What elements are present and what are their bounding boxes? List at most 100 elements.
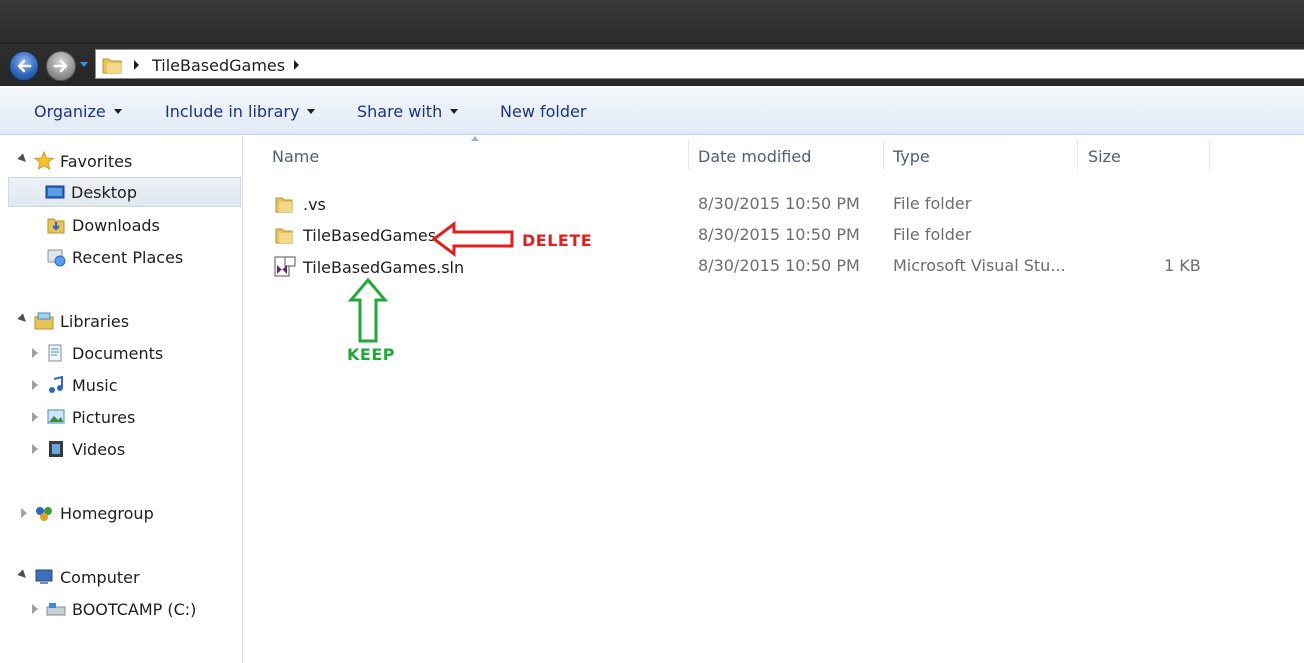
visual-studio-solution-icon <box>274 256 296 277</box>
column-divider[interactable] <box>1077 140 1078 170</box>
recent-places-icon <box>47 249 66 267</box>
keep-annotation-label: KEEP <box>347 345 395 364</box>
collapse-arrow-icon[interactable] <box>17 313 29 325</box>
breadcrumb-segment[interactable]: TileBasedGames <box>152 56 285 75</box>
downloads-folder-icon <box>47 218 65 234</box>
nav-label: Homegroup <box>60 503 154 523</box>
include-in-library-button[interactable]: Include in library <box>165 102 316 121</box>
nav-recent-places[interactable]: Recent Places <box>46 242 183 272</box>
sort-ascending-icon <box>471 136 479 141</box>
nav-label: Desktop <box>71 182 137 202</box>
nav-bootcamp-drive[interactable]: BOOTCAMP (C:) <box>46 594 196 624</box>
share-with-button[interactable]: Share with <box>357 102 459 121</box>
expand-arrow-icon[interactable] <box>32 380 38 390</box>
recent-pages-dropdown[interactable] <box>80 62 88 67</box>
new-folder-label: New folder <box>500 102 587 121</box>
file-name: TileBasedGames.sln <box>303 257 465 277</box>
nav-label: Music <box>72 375 118 395</box>
arrow-right-icon <box>53 59 68 73</box>
file-type: File folder <box>893 225 972 244</box>
star-icon <box>34 151 54 170</box>
dropdown-caret-icon <box>113 109 122 114</box>
navigation-pane: Favorites Desktop Downloads Recent Place… <box>0 136 243 663</box>
folder-icon <box>275 228 293 244</box>
back-button[interactable] <box>9 51 39 81</box>
column-header-date-modified[interactable]: Date modified <box>698 136 811 176</box>
file-date: 8/30/2015 10:50 PM <box>698 194 860 213</box>
organize-button[interactable]: Organize <box>34 102 122 121</box>
table-row[interactable]: .vs 8/30/2015 10:50 PM File folder <box>244 190 1304 218</box>
file-name-cell: .vs <box>274 194 326 214</box>
expand-arrow-icon[interactable] <box>21 508 27 518</box>
column-divider[interactable] <box>1209 140 1210 170</box>
folder-icon <box>275 197 293 213</box>
table-row[interactable]: TileBasedGames 8/30/2015 10:50 PM File f… <box>244 221 1304 249</box>
forward-button[interactable] <box>46 51 76 81</box>
share-with-label: Share with <box>357 102 443 121</box>
nav-computer[interactable]: Computer <box>34 562 140 592</box>
file-type: File folder <box>893 194 972 213</box>
pictures-icon <box>47 409 65 424</box>
homegroup-icon <box>36 507 52 521</box>
nav-homegroup[interactable]: Homegroup <box>34 498 154 528</box>
delete-annotation-label: DELETE <box>522 231 593 250</box>
file-list: Name Date modified Type Size .vs 8/30/20… <box>244 136 1304 663</box>
column-header-name[interactable]: Name <box>272 136 319 176</box>
file-type: Microsoft Visual Stu... <box>893 256 1066 275</box>
column-header-size[interactable]: Size <box>1088 136 1121 176</box>
nav-videos[interactable]: Videos <box>46 434 125 464</box>
libraries-icon <box>34 312 54 330</box>
expand-arrow-icon[interactable] <box>32 412 38 422</box>
include-in-library-label: Include in library <box>165 102 300 121</box>
folder-icon <box>102 58 122 74</box>
nav-music[interactable]: Music <box>46 370 118 400</box>
expand-arrow-icon[interactable] <box>32 444 38 454</box>
nav-libraries[interactable]: Libraries <box>34 306 129 336</box>
dropdown-caret-icon <box>307 109 316 114</box>
column-divider[interactable] <box>688 140 689 170</box>
nav-label: Documents <box>72 343 164 363</box>
documents-icon <box>48 344 62 362</box>
nav-documents[interactable]: Documents <box>46 338 163 368</box>
file-name: TileBasedGames <box>303 225 437 245</box>
address-bar[interactable]: TileBasedGames <box>95 49 1304 79</box>
nav-label: Downloads <box>72 215 160 235</box>
videos-icon <box>49 441 63 457</box>
dropdown-caret-icon <box>450 109 459 114</box>
window-title-bar <box>0 0 1304 44</box>
column-divider[interactable] <box>883 140 884 170</box>
new-folder-button[interactable]: New folder <box>500 102 586 121</box>
nav-desktop[interactable]: Desktop <box>8 177 241 207</box>
organize-label: Organize <box>34 102 106 121</box>
file-name: .vs <box>303 194 326 214</box>
breadcrumb-chevron-icon[interactable] <box>134 60 139 70</box>
computer-icon <box>35 569 53 584</box>
file-date: 8/30/2015 10:50 PM <box>698 256 860 275</box>
delete-arrow-icon <box>432 221 514 257</box>
nav-label: Libraries <box>60 311 130 331</box>
breadcrumb-chevron-icon[interactable] <box>294 60 299 70</box>
column-header-type[interactable]: Type <box>893 136 930 176</box>
nav-pictures[interactable]: Pictures <box>46 402 135 432</box>
file-size: 1 KB <box>1164 256 1201 275</box>
collapse-arrow-icon[interactable] <box>17 153 29 165</box>
collapse-arrow-icon[interactable] <box>17 569 29 581</box>
nav-label: Computer <box>60 567 140 587</box>
desktop-icon <box>45 185 65 199</box>
music-icon <box>49 375 63 393</box>
nav-label: BOOTCAMP (C:) <box>72 599 197 619</box>
expand-arrow-icon[interactable] <box>32 604 38 614</box>
table-row[interactable]: TileBasedGames.sln 8/30/2015 10:50 PM Mi… <box>244 252 1304 280</box>
command-bar: Organize Include in library Share with N… <box>0 87 1304 135</box>
nav-label: Videos <box>72 439 126 459</box>
nav-downloads[interactable]: Downloads <box>46 210 160 240</box>
nav-favorites[interactable]: Favorites <box>34 146 132 176</box>
drive-icon <box>46 603 66 616</box>
nav-label: Recent Places <box>72 247 184 267</box>
nav-label: Favorites <box>60 151 133 171</box>
arrow-left-icon <box>17 59 32 73</box>
expand-arrow-icon[interactable] <box>32 348 38 358</box>
file-date: 8/30/2015 10:50 PM <box>698 225 860 244</box>
nav-label: Pictures <box>72 407 136 427</box>
keep-arrow-icon <box>348 278 388 343</box>
